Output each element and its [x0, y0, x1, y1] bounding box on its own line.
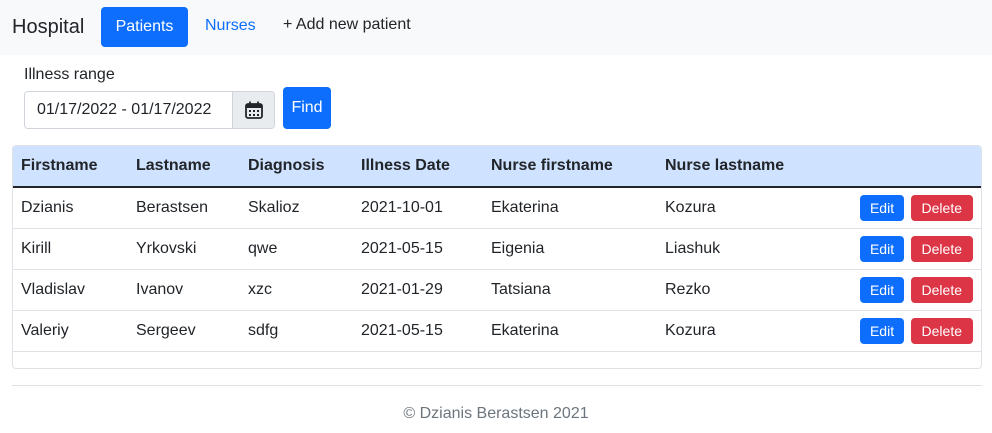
header-actions [847, 146, 981, 188]
cell-lastname: Ivanov [136, 280, 184, 298]
cell-lastname: Berastsen [136, 198, 209, 216]
table-row: Valeriy Sergeev sdfg 2021-05-15 Ekaterin… [13, 310, 981, 351]
delete-button[interactable]: Delete [910, 317, 973, 344]
cell-actions: Edit Delete [847, 228, 981, 269]
delete-button[interactable]: Delete [910, 194, 973, 221]
edit-button[interactable]: Edit [859, 317, 905, 344]
cell-illness-date: 2021-10-01 [361, 198, 443, 216]
header-diagnosis: Diagnosis [240, 146, 353, 188]
table-row: Vladislav Ivanov xzc 2021-01-29 Tatsiana… [13, 269, 981, 310]
navbar-brand[interactable]: Hospital [12, 16, 84, 39]
cell-diagnosis: qwe [248, 239, 278, 257]
cell-illness-date: 2021-01-29 [361, 280, 443, 298]
cell-nurse-firstname: Ekaterina [491, 321, 559, 339]
table-row: Dzianis Berastsen Skalioz 2021-10-01 Eka… [13, 187, 981, 228]
nav-patients[interactable]: Patients [101, 7, 188, 47]
find-button[interactable]: Find [283, 87, 331, 129]
illness-range-label: Illness range [24, 66, 115, 83]
cell-nurse-firstname: Eigenia [491, 239, 545, 257]
calendar-icon [244, 101, 263, 119]
header-nurse-firstname: Nurse firstname [483, 146, 657, 188]
table-row: Kirill Yrkovski qwe 2021-05-15 Eigenia L… [13, 228, 981, 269]
cell-nurse-lastname: Kozura [665, 198, 716, 216]
edit-button[interactable]: Edit [859, 235, 905, 262]
cell-diagnosis: sdfg [248, 321, 279, 339]
date-range-input[interactable] [25, 92, 232, 128]
edit-button[interactable]: Edit [859, 276, 905, 303]
cell-diagnosis: xzc [248, 280, 272, 298]
cell-firstname: Kirill [21, 239, 52, 257]
date-range-group [24, 91, 275, 129]
cell-actions: Edit Delete [847, 310, 981, 351]
cell-nurse-lastname: Rezko [665, 280, 711, 298]
nav-add-new-patient[interactable]: + Add new patient [283, 16, 411, 34]
cell-firstname: Vladislav [21, 280, 86, 298]
cell-illness-date: 2021-05-15 [361, 239, 443, 257]
cell-nurse-firstname: Ekaterina [491, 198, 559, 216]
footer-divider [12, 385, 982, 386]
cell-lastname: Yrkovski [136, 239, 197, 257]
delete-button[interactable]: Delete [910, 276, 973, 303]
footer-copyright: © Dzianis Berastsen 2021 [403, 405, 589, 422]
patients-table: Firstname Lastname Diagnosis Illness Dat… [13, 146, 981, 352]
header-firstname: Firstname [13, 146, 128, 188]
cell-lastname: Sergeev [136, 321, 196, 339]
header-nurse-lastname: Nurse lastname [657, 146, 847, 188]
delete-button[interactable]: Delete [910, 235, 973, 262]
header-illness-date: Illness Date [353, 146, 483, 188]
cell-nurse-lastname: Kozura [665, 321, 716, 339]
calendar-button[interactable] [232, 92, 274, 128]
edit-button[interactable]: Edit [859, 194, 905, 221]
cell-actions: Edit Delete [847, 187, 981, 228]
cell-firstname: Dzianis [21, 198, 74, 216]
nav-nurses[interactable]: Nurses [205, 17, 256, 35]
table-header-row: Firstname Lastname Diagnosis Illness Dat… [13, 146, 981, 188]
cell-diagnosis: Skalioz [248, 198, 300, 216]
cell-illness-date: 2021-05-15 [361, 321, 443, 339]
navbar: Hospital Patients Nurses + Add new patie… [0, 0, 992, 55]
cell-nurse-firstname: Tatsiana [491, 280, 551, 298]
cell-nurse-lastname: Liashuk [665, 239, 721, 257]
header-lastname: Lastname [128, 146, 240, 188]
cell-firstname: Valeriy [21, 321, 69, 339]
patients-table-card: Firstname Lastname Diagnosis Illness Dat… [12, 145, 982, 369]
cell-actions: Edit Delete [847, 269, 981, 310]
